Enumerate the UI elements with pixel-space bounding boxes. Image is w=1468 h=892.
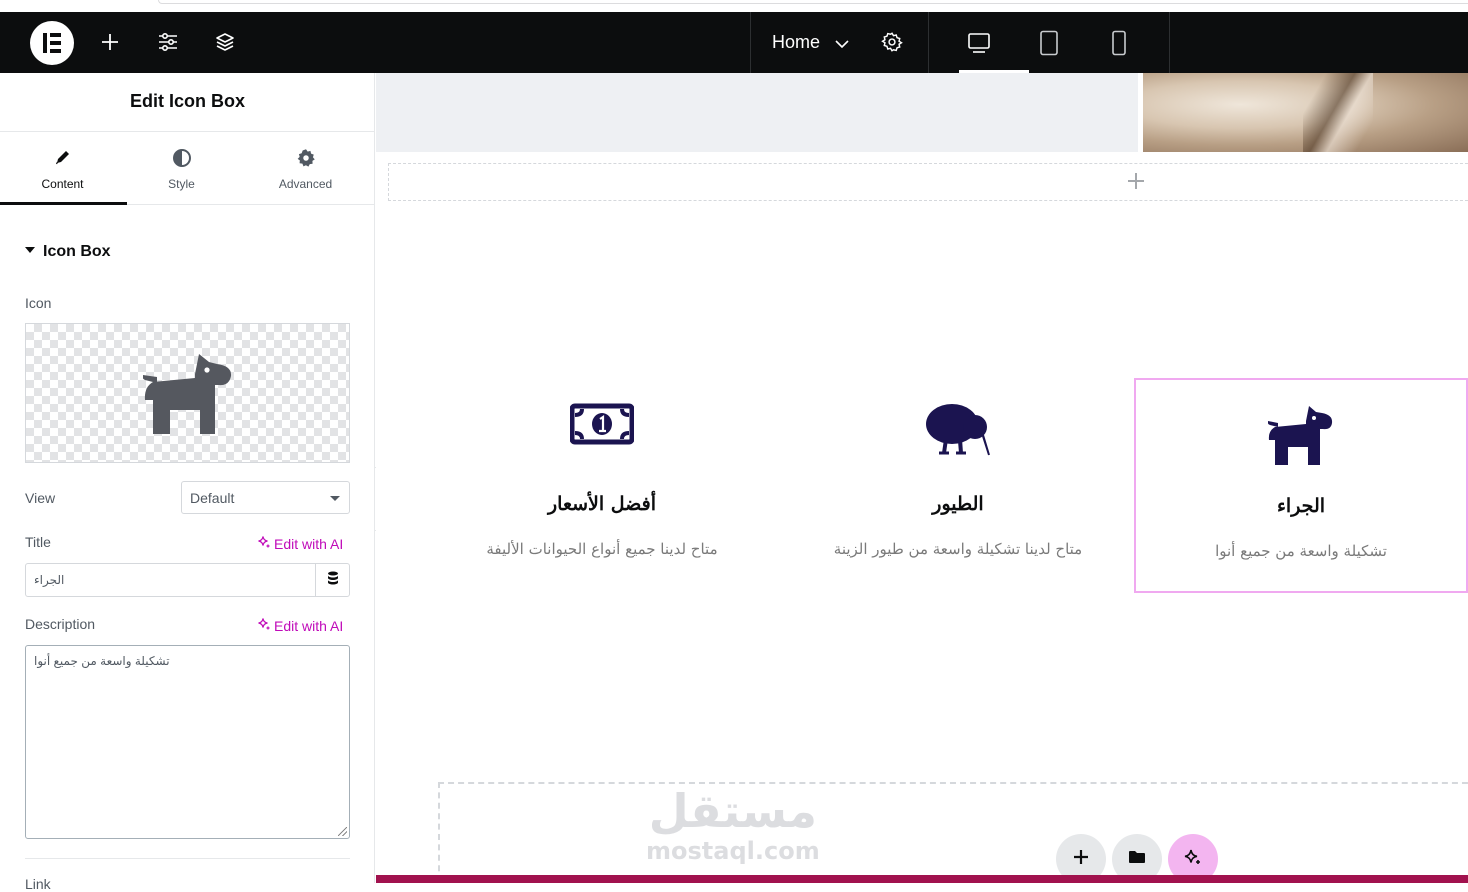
dynamic-tags-button[interactable] bbox=[315, 563, 350, 597]
dog-icon bbox=[142, 352, 233, 441]
description-textarea[interactable]: تشكيلة واسعة من جميع أنوا bbox=[25, 645, 350, 839]
footer-bar bbox=[376, 875, 1468, 883]
icon-box-description: متاح لدينا تشكيلة واسعة من طيور الزينة bbox=[833, 540, 1083, 558]
tablet-icon[interactable] bbox=[1014, 12, 1084, 73]
title-input[interactable]: الجراء bbox=[25, 563, 316, 597]
contrast-half-circle-icon bbox=[119, 148, 244, 168]
caret-down-icon bbox=[330, 496, 340, 501]
tab-label: Style bbox=[168, 177, 195, 191]
hero-photo bbox=[1143, 73, 1468, 152]
divider bbox=[25, 858, 350, 859]
folder-icon bbox=[1128, 849, 1146, 870]
icon-box-title: الجراء bbox=[1276, 495, 1326, 517]
page-name: Home bbox=[772, 32, 821, 52]
description-label: Description bbox=[25, 616, 96, 632]
icon-box-birds[interactable]: الطيور متاح لدينا تشكيلة واسعة من طيور ا… bbox=[791, 378, 1125, 593]
tab-advanced[interactable]: Advanced bbox=[243, 132, 368, 204]
ai-sparkle-icon bbox=[257, 535, 271, 552]
gear-icon bbox=[243, 148, 368, 168]
edit-with-ai-description-link[interactable]: Edit with AI bbox=[257, 617, 343, 634]
caret-down-icon bbox=[25, 246, 35, 253]
kiwi-bird-icon bbox=[791, 403, 1125, 457]
responsive-modes bbox=[929, 12, 1170, 73]
add-element-icon[interactable] bbox=[97, 29, 123, 55]
panel-title: Edit Icon Box bbox=[0, 73, 375, 132]
browser-chrome bbox=[0, 0, 1468, 12]
mobile-icon[interactable] bbox=[1084, 12, 1154, 73]
page-selector[interactable]: Home bbox=[750, 12, 929, 73]
pencil-icon bbox=[0, 148, 125, 166]
link-label: Link bbox=[25, 876, 51, 892]
icon-box-puppies-selected[interactable]: الجراء تشكيلة واسعة من جميع أنوا bbox=[1134, 378, 1468, 593]
desktop-icon[interactable] bbox=[944, 12, 1029, 73]
plus-icon bbox=[1073, 849, 1089, 870]
editor-topbar: Home bbox=[0, 12, 1468, 73]
editor-panel: Edit Icon Box Content Style Advanced Ico… bbox=[0, 73, 375, 892]
tab-style[interactable]: Style bbox=[119, 132, 244, 204]
tab-label: Advanced bbox=[278, 177, 333, 191]
icon-box-description: متاح لدينا جميع أنواع الحيوانات الأليفة bbox=[486, 540, 718, 558]
structure-layers-icon[interactable] bbox=[212, 29, 238, 55]
page-settings-gear-icon[interactable] bbox=[881, 31, 903, 58]
panel-tabs: Content Style Advanced bbox=[0, 132, 375, 205]
title-label: Title bbox=[25, 534, 51, 550]
preview-canvas: أفضل الأسعار متاح لدينا جميع أنواع الحيو… bbox=[376, 73, 1468, 883]
icon-box-description: تشكيلة واسعة من جميع أنوا bbox=[1215, 542, 1387, 560]
edit-with-ai-title-link[interactable]: Edit with AI bbox=[257, 535, 343, 552]
add-section-zone[interactable] bbox=[388, 163, 1468, 201]
site-settings-sliders-icon[interactable] bbox=[155, 29, 181, 55]
resize-grip-icon[interactable] bbox=[338, 827, 347, 836]
icon-box-best-prices[interactable]: أفضل الأسعار متاح لدينا جميع أنواع الحيو… bbox=[435, 378, 769, 593]
ai-sparkle-icon bbox=[1183, 847, 1203, 872]
drop-zone[interactable] bbox=[438, 782, 1468, 883]
hero-section bbox=[376, 73, 1138, 152]
icon-label: Icon bbox=[25, 295, 52, 311]
dog-icon bbox=[1136, 405, 1466, 467]
tab-content[interactable]: Content bbox=[0, 132, 127, 205]
elementor-logo[interactable] bbox=[30, 21, 74, 65]
money-bill-icon bbox=[435, 403, 769, 445]
icon-picker[interactable] bbox=[25, 323, 350, 463]
mostaql-watermark-logo: مستقل mostaql.com bbox=[646, 784, 820, 865]
tab-label: Content bbox=[41, 177, 84, 191]
view-select[interactable]: Default bbox=[181, 481, 350, 514]
icon-box-title: أفضل الأسعار bbox=[547, 493, 656, 515]
view-label: View bbox=[25, 490, 56, 506]
database-icon bbox=[327, 571, 339, 590]
ai-sparkle-icon bbox=[257, 617, 271, 634]
icon-box-title: الطيور bbox=[932, 493, 984, 515]
section-toggle-icon-box[interactable]: Icon Box bbox=[25, 243, 111, 261]
plus-icon bbox=[1126, 171, 1146, 196]
chevron-down-icon bbox=[835, 36, 849, 54]
